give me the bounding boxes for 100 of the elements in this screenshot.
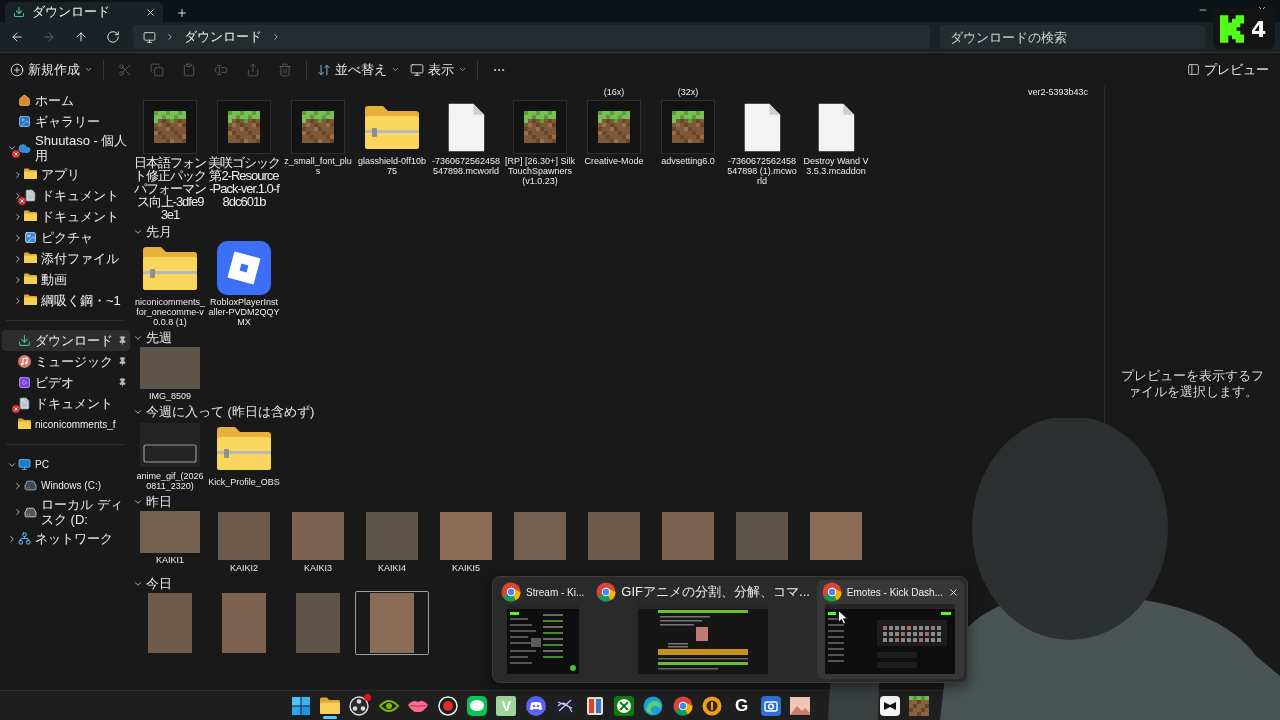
browser-tab[interactable]: ダウンロード bbox=[5, 2, 163, 22]
file-item[interactable]: advsetting6.0 bbox=[651, 98, 725, 168]
file-item[interactable]: 日本語フォント修正パックパフォーマンス向上-3dfe93e1 bbox=[133, 98, 207, 223]
sidebar-item[interactable]: Windows (C:) bbox=[2, 475, 130, 496]
sidebar-item[interactable]: 添付ファイル bbox=[2, 248, 130, 269]
group-header[interactable]: 今日 bbox=[133, 576, 172, 591]
pin-icon[interactable] bbox=[118, 357, 127, 366]
file-item[interactable]: -7360672562458547898 (1).mcworld bbox=[725, 98, 799, 188]
chevron-right-icon[interactable] bbox=[271, 32, 281, 42]
segmented-circle-icon[interactable] bbox=[672, 695, 693, 716]
file-item[interactable]: -7360672562458547898.mcworld bbox=[429, 98, 503, 178]
file-item[interactable]: glasshield-0ff10b75 bbox=[355, 98, 429, 178]
sidebar-item[interactable]: ダウンロード bbox=[2, 330, 130, 351]
window-preview[interactable]: Stream - Ki... bbox=[496, 580, 590, 679]
sidebar-item[interactable]: ドキュメント bbox=[2, 185, 130, 206]
file-item[interactable]: IMG_8509 bbox=[133, 345, 207, 403]
file-item[interactable]: KAIKI2 bbox=[207, 509, 281, 575]
sidebar-item[interactable]: ホーム bbox=[2, 90, 130, 111]
sidebar-item[interactable]: ドキュメント bbox=[2, 393, 130, 414]
pin-icon[interactable] bbox=[118, 378, 127, 387]
plus-icon[interactable] bbox=[176, 6, 188, 19]
x-circle-icon[interactable] bbox=[614, 695, 634, 716]
sidebar-item[interactable]: ネットワーク bbox=[2, 528, 130, 549]
sidebar-item[interactable]: ミュージック bbox=[2, 351, 130, 372]
file-item[interactable]: niconicomments_for_onecomme-v0.0.8 (1) bbox=[133, 239, 207, 329]
new-button[interactable]: 新規作成 bbox=[5, 56, 98, 83]
segmented-circle-icon[interactable] bbox=[596, 582, 617, 602]
sidebar-item[interactable]: ピクチャ bbox=[2, 227, 130, 248]
file-item[interactable]: Creative-Mode bbox=[577, 98, 651, 168]
segmented-circle-icon[interactable] bbox=[501, 582, 521, 602]
photo-placeholder bbox=[148, 593, 192, 653]
file-item[interactable]: Kick_Profile_OBS bbox=[207, 419, 281, 489]
refresh-icon[interactable] bbox=[106, 30, 120, 44]
video-play-icon bbox=[18, 376, 31, 389]
close-icon[interactable] bbox=[948, 586, 959, 598]
grass-block-icon bbox=[513, 100, 567, 154]
file-item[interactable]: KAIKI1 bbox=[133, 509, 207, 567]
sidebar-item[interactable]: Shuutaso - 個人用 bbox=[2, 132, 130, 164]
file-item[interactable]: anime_gif_(20260811_2320) bbox=[133, 419, 207, 493]
file-item[interactable] bbox=[355, 591, 429, 655]
document-icon bbox=[24, 189, 37, 202]
group-header[interactable]: 昨日 bbox=[133, 494, 172, 509]
blank-file-icon bbox=[446, 101, 486, 153]
start-icon[interactable] bbox=[290, 695, 311, 716]
monitor-icon bbox=[410, 62, 424, 77]
file-item[interactable]: KAIKI3 bbox=[281, 509, 355, 575]
file-item[interactable]: KAIKI4 bbox=[355, 509, 429, 575]
breadcrumb-item[interactable]: ダウンロード bbox=[184, 28, 262, 46]
grass-block-icon bbox=[217, 100, 271, 154]
folder-icon[interactable] bbox=[320, 697, 341, 714]
coin-icon[interactable] bbox=[702, 695, 723, 716]
address-bar[interactable]: ダウンロード bbox=[133, 25, 930, 49]
group-header[interactable]: 先月 bbox=[133, 224, 172, 239]
segmented-circle-icon[interactable] bbox=[821, 582, 842, 602]
camera-icon[interactable] bbox=[760, 695, 781, 716]
grass-block-icon[interactable] bbox=[909, 695, 930, 716]
letter-glyph[interactable]: G bbox=[734, 695, 749, 716]
file-item[interactable]: [RP] [26.30+] SilkTouchSpawners (v1.0.23) bbox=[503, 98, 577, 188]
eye-icon[interactable] bbox=[378, 698, 399, 713]
scribble-icon[interactable] bbox=[555, 695, 576, 716]
caret-icon bbox=[84, 65, 93, 74]
group-header[interactable]: 今週に入って (昨日は含めず) bbox=[133, 404, 315, 419]
sidebar-item[interactable]: niconicomments_f bbox=[2, 414, 130, 435]
card-icon[interactable] bbox=[585, 695, 604, 716]
view-button[interactable]: 表示 bbox=[405, 56, 472, 83]
preview-button[interactable]: プレビュー bbox=[1182, 56, 1274, 83]
sort-button[interactable]: 並べ替え bbox=[312, 56, 405, 83]
file-item[interactable]: 美咲ゴシック第2-Resource-Pack-ver.1.0-f8dc601b bbox=[207, 98, 281, 210]
pin-icon[interactable] bbox=[118, 336, 127, 345]
group-header[interactable]: 先週 bbox=[133, 330, 172, 345]
zipped-folder-icon bbox=[141, 244, 199, 292]
sidebar-item[interactable]: ドキュメント bbox=[2, 206, 130, 227]
folder-icon bbox=[24, 273, 37, 284]
tilted-square-icon bbox=[217, 241, 271, 295]
search-field[interactable]: ダウンロードの検索 bbox=[940, 25, 1205, 49]
picture-icon[interactable] bbox=[790, 696, 811, 715]
sidebar-item[interactable]: 綱吸く鋼・~1 bbox=[2, 290, 130, 311]
lips-icon[interactable] bbox=[408, 698, 429, 713]
sidebar-item[interactable]: PC bbox=[2, 454, 130, 475]
sidebar-item[interactable]: ローカル ディスク (D: bbox=[2, 496, 130, 528]
sidebar-item[interactable]: ビデオ bbox=[2, 372, 130, 393]
record-icon[interactable] bbox=[437, 695, 458, 716]
window-preview[interactable]: GIFアニメの分割、分解、コマ... bbox=[591, 580, 815, 679]
game-controller-icon[interactable] bbox=[525, 695, 546, 716]
back-arrow-icon[interactable] bbox=[10, 30, 24, 44]
close-icon[interactable] bbox=[145, 6, 156, 18]
file-item[interactable]: RobloxPlayerInstaller-PVDM2QQYMX bbox=[207, 239, 281, 329]
file-item[interactable]: Destroy Wand V3.5.3.mcaddon bbox=[799, 98, 873, 178]
sidebar-item[interactable]: 動画 bbox=[2, 269, 130, 290]
file-item[interactable]: KAIKI5 bbox=[429, 509, 503, 575]
sidebar-item[interactable]: ギャラリー bbox=[2, 111, 130, 132]
preview-message: プレビューを表示するファイルを選択します。 bbox=[1120, 368, 1265, 400]
window-preview[interactable]: Emotes - Kick Dash... bbox=[816, 580, 964, 679]
chat-bubble-icon[interactable] bbox=[467, 695, 488, 716]
sidebar-item[interactable]: アプリ bbox=[2, 164, 130, 185]
bowtie-icon[interactable] bbox=[879, 695, 900, 716]
chevron-down-icon[interactable] bbox=[6, 143, 17, 153]
ring-icon[interactable] bbox=[349, 695, 370, 716]
file-item[interactable]: z_small_font_plus bbox=[281, 98, 355, 178]
swirl-icon[interactable] bbox=[643, 695, 664, 716]
